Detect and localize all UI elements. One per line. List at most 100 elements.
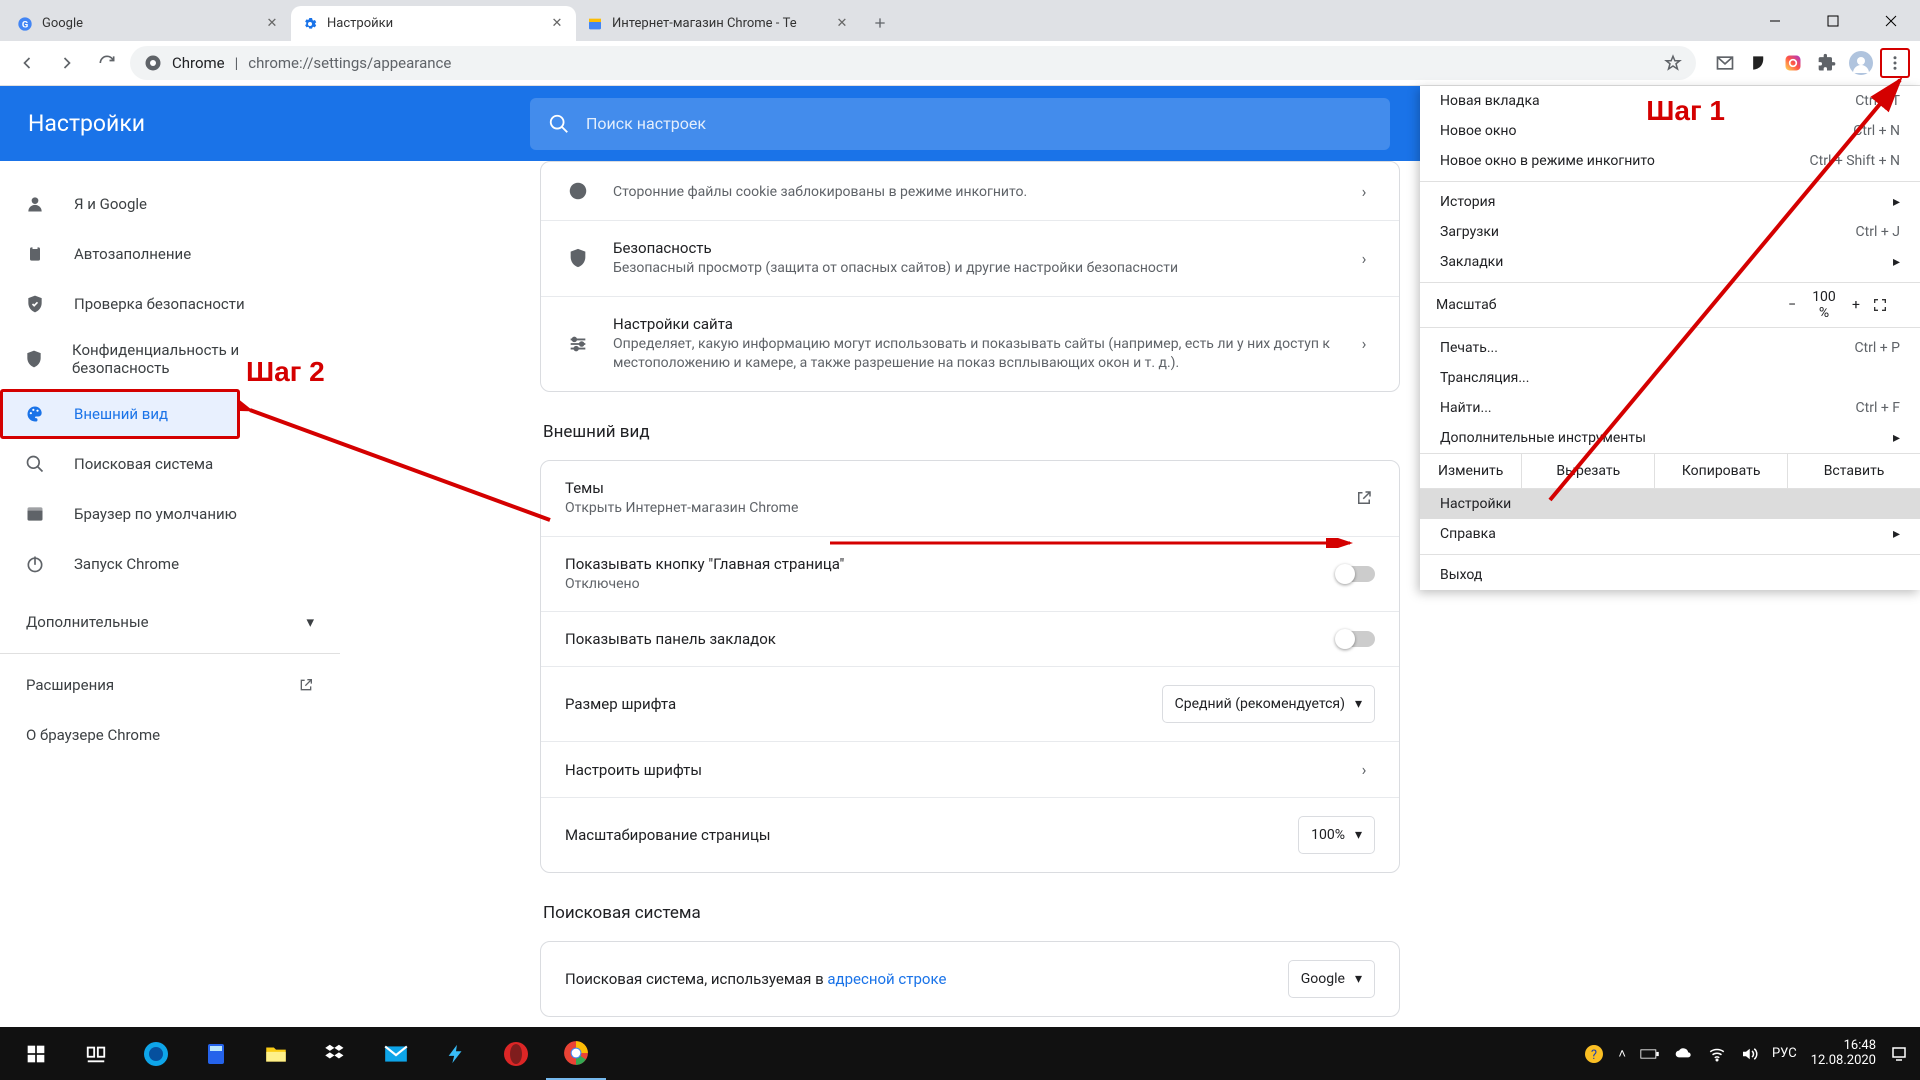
- sidebar-item-you-and-google[interactable]: Я и Google: [0, 179, 318, 229]
- close-icon[interactable]: ✕: [263, 15, 281, 33]
- maximize-button[interactable]: [1804, 0, 1862, 41]
- settings-content: Сторонние файлы cookie заблокированы в р…: [540, 161, 1400, 1047]
- profile-avatar[interactable]: [1846, 48, 1876, 78]
- sidebar-item-search-engine[interactable]: Поисковая система: [0, 439, 318, 489]
- system-tray: ? ˄ РУС 16:4812.08.2020: [1584, 1039, 1914, 1068]
- sidebar-item-on-startup[interactable]: Запуск Chrome: [0, 539, 318, 589]
- tab-webstore[interactable]: Интернет-магазин Chrome - Те ✕: [576, 6, 861, 41]
- menu-more-tools[interactable]: Дополнительные инструменты▸: [1420, 423, 1920, 453]
- tray-language[interactable]: РУС: [1772, 1046, 1797, 1061]
- sidebar-item-privacy[interactable]: Конфиденциальность и безопасность: [0, 329, 318, 389]
- taskbar-chrome[interactable]: [546, 1027, 606, 1080]
- row-site-settings[interactable]: Настройки сайтаОпределяет, какую информа…: [541, 296, 1399, 391]
- forward-button[interactable]: [50, 46, 84, 80]
- extensions-icon[interactable]: [1812, 48, 1842, 78]
- taskbar-explorer[interactable]: [246, 1027, 306, 1080]
- taskbar-calculator[interactable]: [186, 1027, 246, 1080]
- row-themes[interactable]: ТемыОткрыть Интернет-магазин Chrome: [541, 461, 1399, 536]
- chrome-menu-button[interactable]: [1880, 48, 1910, 78]
- page-zoom-select[interactable]: 100%▾: [1298, 816, 1375, 854]
- tray-volume-icon[interactable]: [1740, 1045, 1758, 1063]
- menu-bookmarks[interactable]: Закладки▸: [1420, 247, 1920, 277]
- chevron-right-icon: ▸: [1893, 430, 1900, 446]
- toggle-home-button[interactable]: [1337, 566, 1375, 582]
- sidebar-item-default-browser[interactable]: Браузер по умолчанию: [0, 489, 318, 539]
- close-button[interactable]: [1862, 0, 1920, 41]
- tab-google[interactable]: G Google ✕: [6, 6, 291, 41]
- close-icon[interactable]: ✕: [548, 15, 566, 33]
- tray-help-icon[interactable]: ?: [1584, 1044, 1604, 1064]
- menu-incognito[interactable]: Новое окно в режиме инкогнитоCtrl + Shif…: [1420, 146, 1920, 176]
- row-search-engine[interactable]: Поисковая система, используемая в адресн…: [541, 942, 1399, 1016]
- sidebar-about[interactable]: О браузере Chrome: [0, 710, 340, 760]
- chevron-right-icon: ›: [1353, 182, 1375, 201]
- start-button[interactable]: [6, 1027, 66, 1080]
- surfshark-icon[interactable]: [1744, 48, 1774, 78]
- row-customize-fonts[interactable]: Настроить шрифты ›: [541, 741, 1399, 797]
- menu-settings[interactable]: Настройки: [1420, 489, 1920, 519]
- menu-cast[interactable]: Трансляция...: [1420, 363, 1920, 393]
- new-tab-button[interactable]: [865, 8, 895, 38]
- back-button[interactable]: [10, 46, 44, 80]
- tray-battery-icon[interactable]: [1640, 1047, 1660, 1061]
- open-external-icon: [1353, 489, 1375, 507]
- mail-icon[interactable]: [1710, 48, 1740, 78]
- menu-downloads[interactable]: ЗагрузкиCtrl + J: [1420, 217, 1920, 247]
- row-security[interactable]: БезопасностьБезопасный просмотр (защита …: [541, 220, 1399, 296]
- address-bar[interactable]: Chrome | chrome://settings/appearance: [130, 46, 1696, 80]
- chevron-down-icon: ▾: [1355, 827, 1362, 843]
- menu-paste[interactable]: Вставить: [1788, 454, 1920, 488]
- tray-chevron-up-icon[interactable]: ˄: [1618, 1046, 1626, 1062]
- sidebar-item-appearance[interactable]: Внешний вид: [0, 389, 240, 439]
- gear-favicon: [301, 15, 319, 33]
- instagram-icon[interactable]: [1778, 48, 1808, 78]
- menu-new-window[interactable]: Новое окноCtrl + N: [1420, 116, 1920, 146]
- menu-copy[interactable]: Копировать: [1655, 454, 1788, 488]
- row-page-zoom[interactable]: Масштабирование страницы 100%▾: [541, 797, 1399, 872]
- zoom-out-button[interactable]: −: [1776, 297, 1808, 313]
- settings-search[interactable]: [530, 98, 1390, 150]
- tray-wifi-icon[interactable]: [1708, 1045, 1726, 1063]
- row-bookmark-bar[interactable]: Показывать панель закладок: [541, 611, 1399, 666]
- chevron-down-icon: ▾: [306, 613, 314, 631]
- tray-onedrive-icon[interactable]: [1674, 1047, 1694, 1061]
- sidebar-advanced[interactable]: Дополнительные▾: [0, 597, 340, 647]
- search-engine-select[interactable]: Google▾: [1288, 960, 1375, 998]
- menu-help[interactable]: Справка▸: [1420, 519, 1920, 549]
- fullscreen-icon[interactable]: [1872, 297, 1904, 313]
- sidebar-item-autofill[interactable]: Автозаполнение: [0, 229, 318, 279]
- menu-find[interactable]: Найти...Ctrl + F: [1420, 393, 1920, 423]
- chevron-down-icon: ▾: [1355, 971, 1362, 987]
- taskbar-thunder[interactable]: [426, 1027, 486, 1080]
- menu-new-tab[interactable]: Новая вкладкаCtrl + T: [1420, 86, 1920, 116]
- star-icon[interactable]: [1664, 54, 1682, 72]
- search-input[interactable]: [586, 114, 1372, 133]
- zoom-in-button[interactable]: +: [1840, 297, 1872, 313]
- tray-clock[interactable]: 16:4812.08.2020: [1811, 1039, 1876, 1068]
- menu-history[interactable]: История▸: [1420, 187, 1920, 217]
- taskbar-opera[interactable]: [486, 1027, 546, 1080]
- close-icon[interactable]: ✕: [833, 15, 851, 33]
- address-bar-link[interactable]: адресной строке: [827, 970, 946, 988]
- sidebar-item-safety-check[interactable]: Проверка безопасности: [0, 279, 318, 329]
- chevron-right-icon: ▸: [1893, 254, 1900, 270]
- taskbar-mail[interactable]: [366, 1027, 426, 1080]
- reload-button[interactable]: [90, 46, 124, 80]
- taskbar-edge[interactable]: [126, 1027, 186, 1080]
- minimize-button[interactable]: [1746, 0, 1804, 41]
- row-cookies[interactable]: Сторонние файлы cookie заблокированы в р…: [541, 162, 1399, 220]
- svg-text:?: ?: [1591, 1048, 1597, 1063]
- sidebar-extensions[interactable]: Расширения: [0, 660, 340, 710]
- tray-notifications-icon[interactable]: [1890, 1045, 1908, 1063]
- menu-cut[interactable]: Вырезать: [1522, 454, 1655, 488]
- menu-exit[interactable]: Выход: [1420, 560, 1920, 590]
- taskbar-dropbox[interactable]: [306, 1027, 366, 1080]
- font-size-select[interactable]: Средний (рекомендуется)▾: [1162, 685, 1375, 723]
- task-view-button[interactable]: [66, 1027, 126, 1080]
- toggle-bookmark-bar[interactable]: [1337, 631, 1375, 647]
- menu-print[interactable]: Печать...Ctrl + P: [1420, 333, 1920, 363]
- tab-settings[interactable]: Настройки ✕: [291, 6, 576, 41]
- row-font-size[interactable]: Размер шрифта Средний (рекомендуется)▾: [541, 666, 1399, 741]
- chevron-down-icon: ▾: [1355, 696, 1362, 712]
- row-home-button[interactable]: Показывать кнопку "Главная страница"Откл…: [541, 536, 1399, 612]
